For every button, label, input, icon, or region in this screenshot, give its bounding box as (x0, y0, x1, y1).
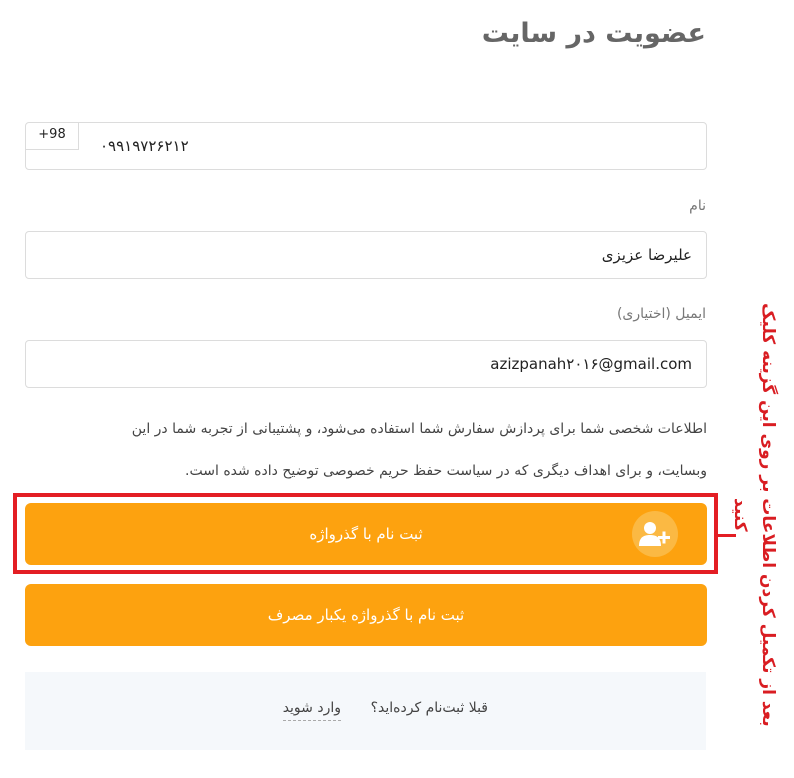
email-value[interactable]: azizpanah۲۰۱۶@gmail.com (490, 341, 692, 387)
phone-field[interactable]: +98 ۰۹۹۱۹۷۲۶۲۱۲ (25, 122, 707, 170)
login-link[interactable]: وارد شوید (282, 700, 341, 721)
login-question: قبلا ثبت‌نام کرده‌اید؟ (370, 700, 488, 716)
login-prompt-box: قبلا ثبت‌نام کرده‌اید؟ وارد شوید (25, 672, 706, 750)
phone-value[interactable]: ۰۹۹۱۹۷۲۶۲۱۲ (100, 123, 189, 169)
page-title: عضویت در سایت (481, 18, 706, 49)
privacy-notice-line-2: وبسایت، و برای اهداف دیگری که در سیاست ح… (185, 463, 707, 479)
register-with-otp-label: ثبت نام با گذرواژه یکبار مصرف (267, 606, 465, 624)
email-field[interactable]: azizpanah۲۰۱۶@gmail.com (25, 340, 707, 388)
highlight-box (13, 493, 718, 574)
privacy-notice-line-1: اطلاعات شخصی شما برای پردازش سفارش شما ا… (131, 421, 707, 437)
highlight-connector-line (718, 534, 736, 537)
register-with-otp-button[interactable]: ثبت نام با گذرواژه یکبار مصرف (25, 584, 707, 646)
name-label: نام (689, 198, 706, 214)
email-label: ایمیل (اختیاری) (616, 306, 706, 322)
privacy-notice: اطلاعات شخصی شما برای پردازش سفارش شما ا… (40, 408, 707, 492)
country-code-prefix[interactable]: +98 (26, 123, 79, 150)
instruction-annotation: بعد از تکمیل کردن اطلاعات بر روی این گزی… (730, 303, 778, 727)
name-field[interactable]: علیرضا عزیزی (25, 231, 707, 279)
name-value[interactable]: علیرضا عزیزی (602, 232, 692, 278)
